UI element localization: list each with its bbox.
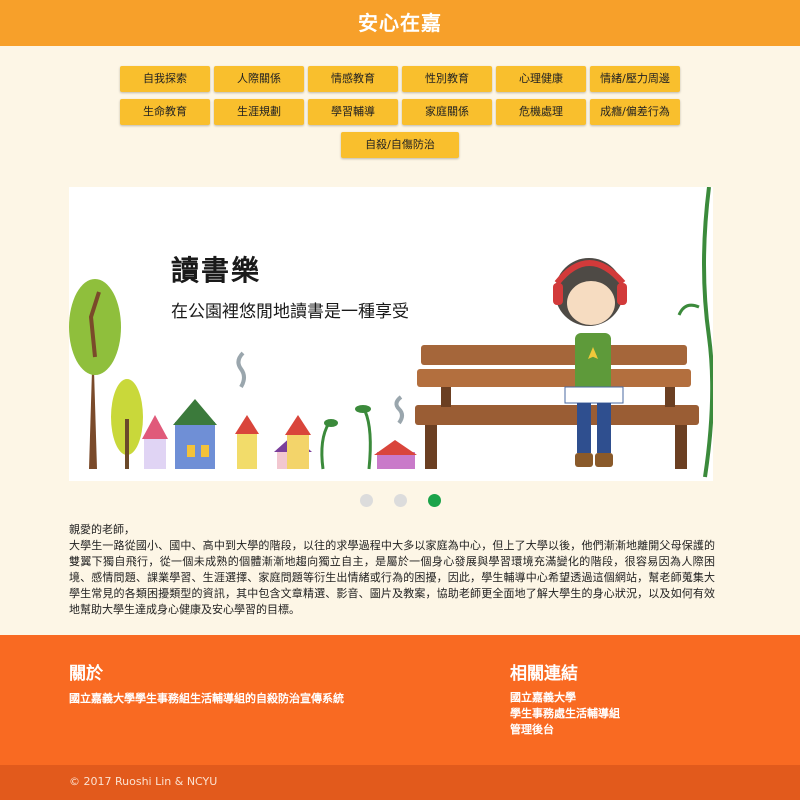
copyright-text: © 2017 Ruoshi Lin & NCYU: [69, 775, 218, 788]
footer-links: 國立嘉義大學 學生事務處生活輔導組 管理後台: [510, 690, 620, 738]
copyright-bar: © 2017 Ruoshi Lin & NCYU: [0, 765, 800, 800]
category-relationships-button[interactable]: 人際關係: [214, 66, 304, 92]
intro-section: 親愛的老師， 大學生一路從國小、國中、高中到大學的階段，以往的求學過程中大多以家…: [69, 522, 715, 618]
category-suicide-prevention-button[interactable]: 自殺/自傷防治: [341, 132, 459, 158]
category-life-education-button[interactable]: 生命教育: [120, 99, 210, 125]
category-self-exploration-button[interactable]: 自我探索: [120, 66, 210, 92]
intro-body: 大學生一路從國小、國中、高中到大學的階段，以往的求學過程中大多以家庭為中心，但上…: [69, 539, 715, 616]
site-title[interactable]: 安心在嘉: [358, 11, 442, 35]
slide-illustration: [69, 187, 713, 481]
category-nav: 自我探索 人際關係 情感教育 性別教育 心理健康 情緒/壓力周邊 生命教育 生涯…: [0, 66, 800, 165]
footer-link-student-affairs[interactable]: 學生事務處生活輔導組: [510, 706, 620, 722]
category-mental-health-button[interactable]: 心理健康: [496, 66, 586, 92]
category-crisis-button[interactable]: 危機處理: [496, 99, 586, 125]
category-learning-guidance-button[interactable]: 學習輔導: [308, 99, 398, 125]
carousel-dot-2[interactable]: [393, 494, 407, 507]
category-career-planning-button[interactable]: 生涯規劃: [214, 99, 304, 125]
category-stress-button[interactable]: 情緒/壓力周邊: [590, 66, 680, 92]
site-header: 安心在嘉: [0, 0, 800, 46]
intro-greeting: 親愛的老師，: [69, 523, 135, 536]
category-emotion-education-button[interactable]: 情感教育: [308, 66, 398, 92]
category-gender-education-button[interactable]: 性別教育: [402, 66, 492, 92]
carousel-dot-1[interactable]: [359, 494, 373, 507]
carousel-slide[interactable]: 讀書樂 在公園裡悠閒地讀書是一種享受: [69, 187, 713, 481]
carousel-dot-3[interactable]: [427, 494, 441, 507]
footer-about-text: 國立嘉義大學學生事務組生活輔導組的自殺防治宣傳系統: [69, 692, 344, 705]
category-row-2: 生命教育 生涯規劃 學習輔導 家庭關係 危機處理 成癮/偏差行為: [0, 99, 800, 125]
category-row-1: 自我探索 人際關係 情感教育 性別教育 心理健康 情緒/壓力周邊: [0, 66, 800, 92]
slide-subtitle: 在公園裡悠閒地讀書是一種享受: [171, 302, 409, 322]
footer-about-heading: 關於: [69, 664, 103, 684]
footer-links-heading: 相關連結: [510, 664, 578, 684]
category-family-button[interactable]: 家庭關係: [402, 99, 492, 125]
carousel-indicators: [0, 494, 800, 507]
category-row-3: 自殺/自傷防治: [0, 132, 800, 158]
category-addiction-button[interactable]: 成癮/偏差行為: [590, 99, 680, 125]
site-footer: 關於 國立嘉義大學學生事務組生活輔導組的自殺防治宣傳系統 相關連結 國立嘉義大學…: [0, 635, 800, 765]
footer-link-ncyu[interactable]: 國立嘉義大學: [510, 690, 620, 706]
slide-title: 讀書樂: [171, 254, 262, 287]
footer-link-admin[interactable]: 管理後台: [510, 722, 620, 738]
